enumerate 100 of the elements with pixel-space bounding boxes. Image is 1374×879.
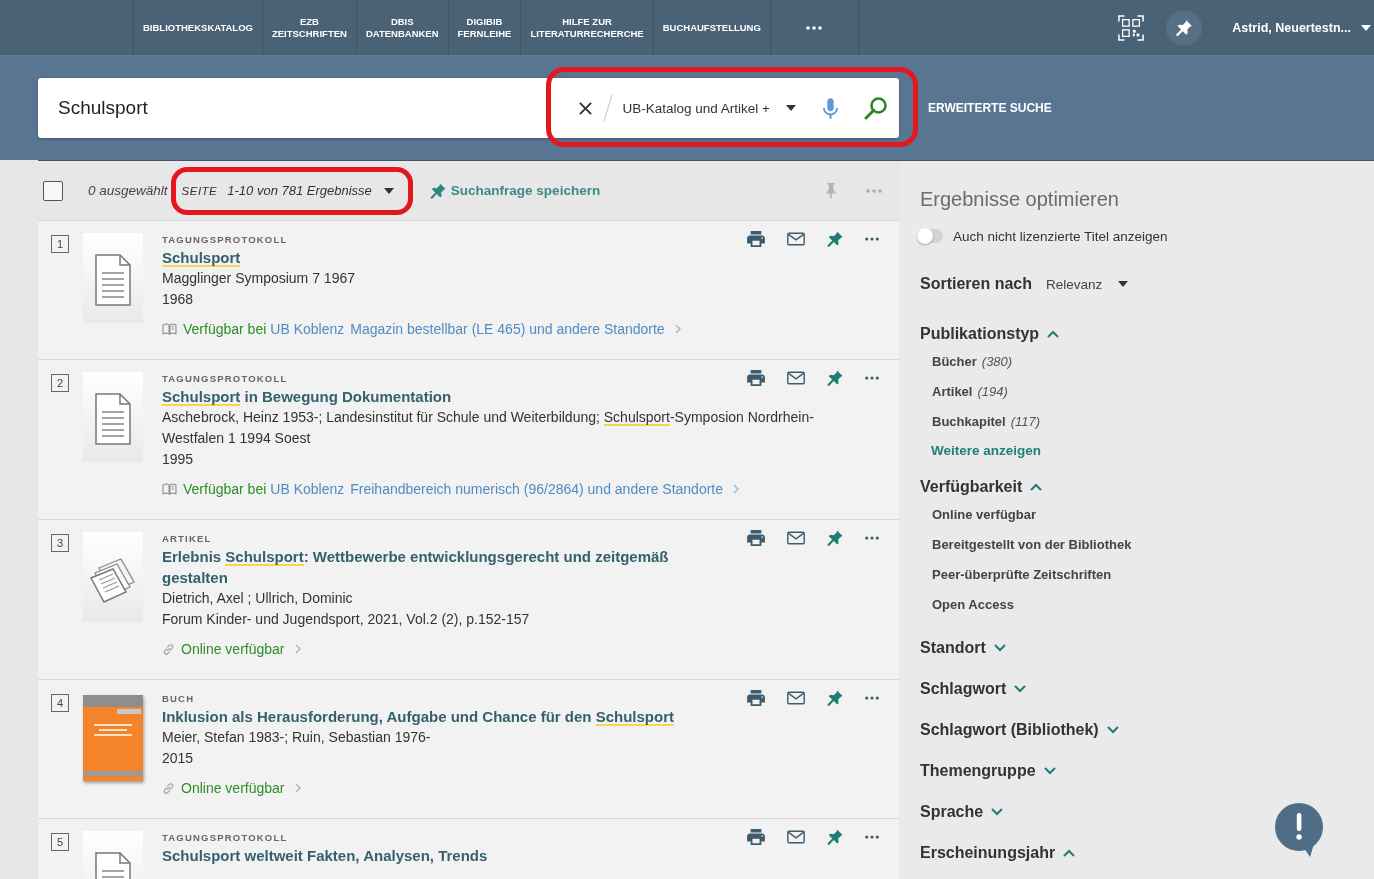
result-number: 5 <box>51 833 69 851</box>
book-icon <box>162 483 177 495</box>
result-number: 4 <box>51 694 69 712</box>
link-icon <box>162 642 175 656</box>
nav-link[interactable]: EZB ZEITSCHRIFTEN <box>261 0 356 55</box>
library-link[interactable]: UB Koblenz <box>270 319 345 339</box>
result-detail: Magglinger Symposium 7 1967 <box>162 269 356 288</box>
print-icon[interactable] <box>747 530 765 546</box>
advanced-search-link[interactable]: ERWEITERTE SUCHE <box>928 101 1052 115</box>
facet-option[interactable]: Peer-überprüfte Zeitschriften <box>920 559 1112 589</box>
document-icon <box>83 233 143 323</box>
pin-icon[interactable] <box>827 829 843 845</box>
library-link[interactable]: UB Koblenz <box>270 479 345 499</box>
sort-dropdown[interactable]: Relevanz <box>1046 276 1129 292</box>
nav-link[interactable]: DIGIBIB FERNLEIHE <box>447 0 521 55</box>
more-icon[interactable] <box>865 536 879 540</box>
facet-option[interactable]: Buchkapitel (117) <box>920 406 1041 436</box>
print-icon[interactable] <box>747 370 765 386</box>
search-icon[interactable] <box>864 96 888 120</box>
toggle-switch[interactable] <box>917 229 943 243</box>
result-title[interactable]: Schulsport in Bewegung Dokumentation <box>162 386 737 407</box>
save-search-link[interactable]: Suchanfrage speichern <box>429 182 601 199</box>
nav-link[interactable]: BIBLIOTHEKSKATALOG <box>133 0 262 55</box>
mail-icon[interactable] <box>787 232 805 246</box>
result-number: 2 <box>51 374 69 392</box>
mail-icon[interactable] <box>787 830 805 844</box>
location-link[interactable]: Magazin bestellbar (LE 465) und andere Standorte <box>350 319 665 339</box>
result-count: (117) <box>1010 413 1041 429</box>
facet-option[interactable]: Artikel (194) <box>920 376 1008 406</box>
user-menu-button[interactable]: Astrid, Neuertestn... <box>1232 20 1371 35</box>
print-icon[interactable] <box>747 690 765 706</box>
result-detail: 1995 <box>162 450 195 469</box>
publication-type: TAGUNGSPROTOKOLL <box>162 233 289 247</box>
availability-status[interactable]: Online verfügbar <box>181 639 285 659</box>
microphone-icon[interactable] <box>823 97 838 119</box>
location-link[interactable]: Freihandbereich numerisch (96/2864) und andere Standorte <box>350 479 724 499</box>
caret-icon <box>786 105 796 111</box>
mail-icon[interactable] <box>787 371 805 385</box>
facet-header[interactable]: Themengruppe <box>920 759 1056 783</box>
facet-option[interactable]: Open Access <box>920 589 1014 619</box>
more-icon[interactable] <box>806 25 823 30</box>
pin-icon <box>429 182 446 199</box>
more-icon[interactable] <box>865 237 879 241</box>
nav-link[interactable]: BUCHAUFSTELLUNG <box>652 0 770 55</box>
availability-status[interactable]: Verfügbar bei <box>183 319 267 339</box>
facet-header[interactable]: Erscheinungsjahr <box>920 841 1076 865</box>
availability-status[interactable]: Verfügbar bei <box>183 479 267 499</box>
facet-option[interactable]: Online verfügbar <box>920 499 1037 529</box>
more-icon[interactable] <box>865 835 879 839</box>
publication-type: TAGUNGSPROTOKOLL <box>162 831 289 845</box>
nav-link[interactable]: HILFE ZUR LITERATURRECHERCHE <box>520 0 653 55</box>
pin-icon[interactable] <box>827 530 843 546</box>
document-icon <box>83 372 143 462</box>
result-number: 3 <box>51 534 69 552</box>
print-icon[interactable] <box>747 231 765 247</box>
result-count: (194) <box>977 383 1008 399</box>
feedback-icon[interactable] <box>1275 803 1323 857</box>
print-icon[interactable] <box>747 829 765 845</box>
show-more-link[interactable]: Weitere anzeigen <box>920 439 1042 463</box>
result-number: 1 <box>51 235 69 253</box>
page-dropdown[interactable]: SEITE 1-10 von 781 Ergebnisse <box>177 176 406 205</box>
facet-header[interactable]: Schlagwort (Bibliothek) <box>920 718 1119 742</box>
result-detail: Meier, Stefan 1983-; Ruin, Sebastian 1976- <box>162 728 432 747</box>
pin-icon[interactable] <box>1166 9 1203 46</box>
selection-count: 0 ausgewählt <box>88 183 168 198</box>
nav-link[interactable]: DBIS DATENBANKEN <box>355 0 448 55</box>
select-all-checkbox[interactable] <box>43 180 63 201</box>
publication-type: TAGUNGSPROTOKOLL <box>162 372 289 386</box>
more-icon[interactable] <box>865 696 879 700</box>
facet-option[interactable]: Bereitgestellt von der Bibliothek <box>920 529 1132 559</box>
pin-icon[interactable] <box>827 370 843 386</box>
search-input[interactable]: Schulsport <box>38 78 562 138</box>
result-count: (380) <box>981 353 1013 369</box>
facet-header[interactable]: Standort <box>920 636 1006 660</box>
link-icon <box>162 781 175 795</box>
facet-header[interactable]: Sprache <box>920 800 1004 824</box>
caret-icon <box>383 187 394 194</box>
mail-icon[interactable] <box>787 691 805 705</box>
result-detail: Forum Kinder- und Jugendsport, 2021, Vol.2 (2), p.152-157 <box>162 610 531 629</box>
facet-header[interactable]: Publikationstyp <box>920 322 1060 346</box>
availability-status[interactable]: Online verfügbar <box>181 778 285 798</box>
result-title[interactable]: Inklusion als Herausforderung, Aufgabe und Chance für den Schulsport <box>162 706 737 727</box>
facet-option[interactable]: Bücher (380) <box>920 346 1013 376</box>
more-icon[interactable] <box>865 376 879 380</box>
result-title[interactable]: Schulsport <box>162 247 737 268</box>
result-detail: Dietrich, Axel ; Ullrich, Dominic <box>162 589 354 608</box>
qr-code-icon[interactable] <box>1118 14 1145 41</box>
caret-icon <box>1118 281 1129 287</box>
result-title[interactable]: Erlebnis Schulsport: Wettbewerbe entwicklungsgerecht und zeitgemäß gestalten <box>162 546 737 588</box>
result-title[interactable]: Schulsport weltweit Fakten, Analysen, Trends <box>162 845 737 866</box>
papers-icon <box>83 532 143 622</box>
mail-icon[interactable] <box>787 531 805 545</box>
publication-type: ARTIKEL <box>162 532 213 546</box>
pin-icon[interactable] <box>827 690 843 706</box>
scope-dropdown[interactable]: UB-Katalog und Artikel + <box>622 100 796 116</box>
facet-header[interactable]: Verfügbarkeit <box>920 475 1043 499</box>
divider <box>602 95 613 121</box>
close-icon[interactable] <box>577 100 593 116</box>
facet-header[interactable]: Schlagwort <box>920 677 1027 701</box>
pin-icon[interactable] <box>827 231 843 247</box>
